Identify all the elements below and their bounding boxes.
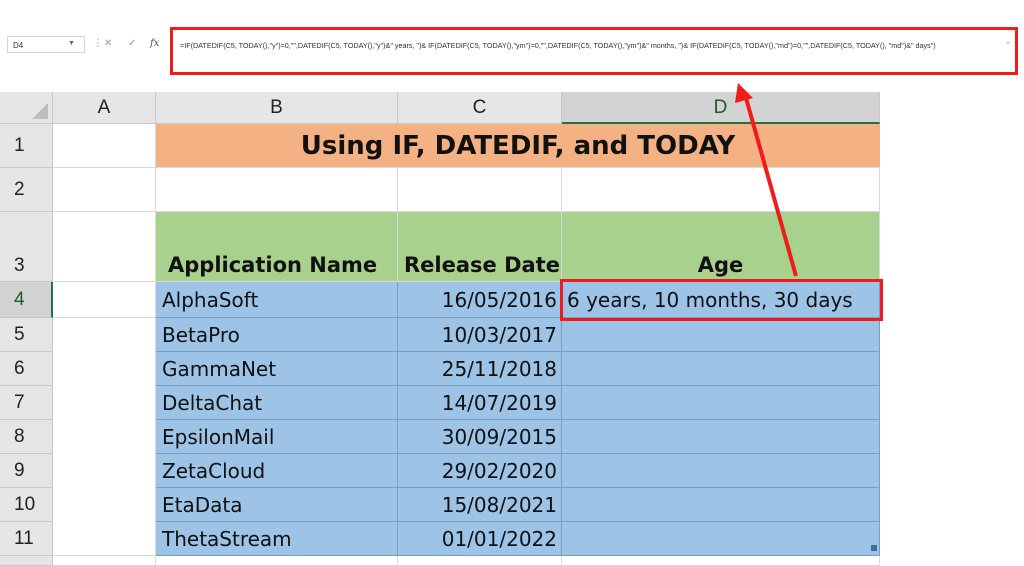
arrow-head [735, 83, 753, 103]
annotation-arrow [735, 83, 798, 277]
arrow-shaft [744, 97, 798, 277]
